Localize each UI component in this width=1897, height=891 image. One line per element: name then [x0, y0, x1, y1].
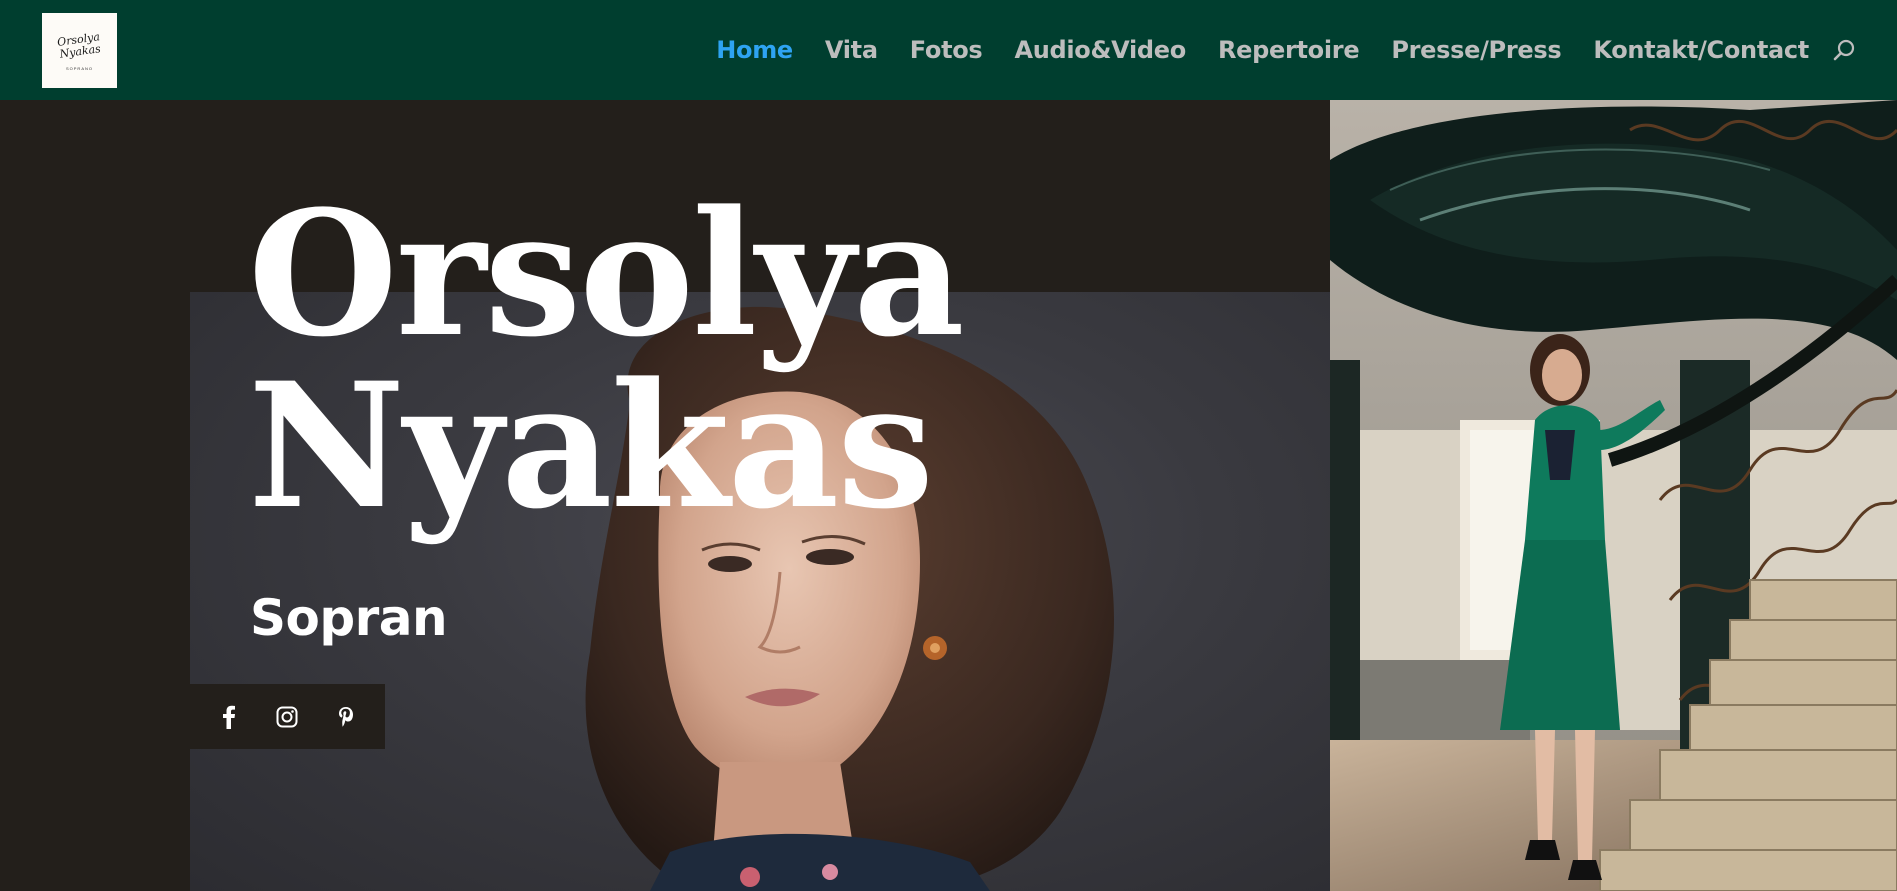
nav-item-presse[interactable]: Presse/Press — [1391, 36, 1561, 64]
pinterest-icon[interactable] — [332, 703, 360, 731]
nav-item-fotos[interactable]: Fotos — [910, 36, 983, 64]
nav-item-home[interactable]: Home — [716, 36, 793, 64]
hero-name-line1: Orsolya — [248, 172, 965, 375]
main-nav: Home Vita Fotos Audio&Video Repertoire P… — [716, 0, 1809, 100]
site-header: Orsolya Nyakas SOPRANO Home Vita Fotos A… — [0, 0, 1897, 100]
logo-script-text: Orsolya Nyakas — [56, 30, 102, 61]
social-links — [190, 684, 385, 749]
instagram-icon[interactable] — [273, 703, 301, 731]
logo-sub-text: SOPRANO — [65, 66, 93, 71]
site-logo[interactable]: Orsolya Nyakas SOPRANO — [42, 13, 117, 88]
staircase-illustration — [1330, 100, 1897, 891]
hero-subtitle: Sopran — [250, 589, 448, 647]
hero-name-heading: Orsolya Nyakas — [248, 188, 1148, 532]
nav-item-audio-video[interactable]: Audio&Video — [1014, 36, 1186, 64]
hero-name-line2: Nyakas — [248, 344, 934, 547]
search-icon[interactable] — [1833, 38, 1857, 62]
facebook-icon[interactable] — [215, 703, 243, 731]
staircase-photo — [1330, 100, 1897, 891]
nav-item-kontakt[interactable]: Kontakt/Contact — [1593, 36, 1809, 64]
nav-item-vita[interactable]: Vita — [825, 36, 878, 64]
nav-item-repertoire[interactable]: Repertoire — [1218, 36, 1360, 64]
